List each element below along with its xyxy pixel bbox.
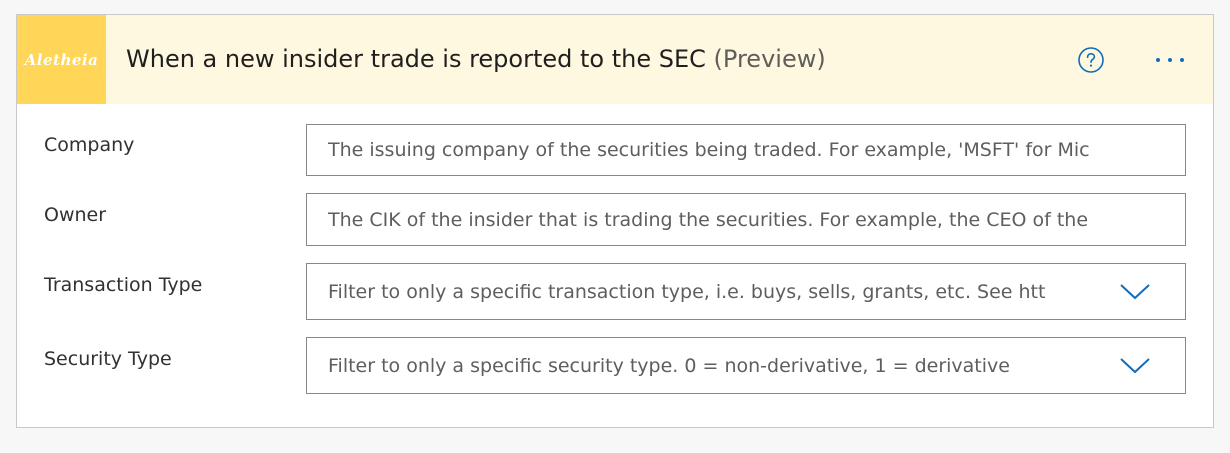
card-header[interactable]: Aletheia When a new insider trade is rep… (17, 15, 1213, 104)
company-label: Company (44, 134, 135, 156)
aletheia-logo: Aletheia (17, 15, 106, 104)
company-placeholder: The issuing company of the securities be… (328, 139, 1090, 161)
preview-tag: (Preview) (713, 45, 826, 73)
chevron-down-icon[interactable] (1119, 283, 1151, 301)
owner-input[interactable]: The CIK of the insider that is trading t… (306, 193, 1186, 246)
trigger-title: When a new insider trade is reported to … (126, 45, 706, 73)
owner-label: Owner (44, 204, 107, 226)
card-title: When a new insider trade is reported to … (126, 15, 826, 104)
trigger-card: Aletheia When a new insider trade is rep… (16, 14, 1214, 428)
dot (1168, 58, 1172, 62)
dot (1156, 58, 1160, 62)
company-input[interactable]: The issuing company of the securities be… (306, 124, 1186, 176)
transaction-type-placeholder: Filter to only a specific transaction ty… (328, 280, 1046, 303)
transaction-type-label: Transaction Type (44, 274, 203, 296)
chevron-down-icon[interactable] (1119, 357, 1151, 375)
dot (1180, 58, 1184, 62)
security-type-placeholder: Filter to only a specific security type.… (328, 354, 1010, 377)
security-type-label: Security Type (44, 348, 172, 370)
help-icon[interactable] (1078, 47, 1104, 73)
logo-text: Aletheia (24, 50, 99, 69)
transaction-type-dropdown[interactable]: Filter to only a specific transaction ty… (306, 263, 1186, 320)
more-options-icon[interactable] (1145, 49, 1195, 71)
security-type-dropdown[interactable]: Filter to only a specific security type.… (306, 337, 1186, 394)
owner-placeholder: The CIK of the insider that is trading t… (328, 208, 1089, 231)
